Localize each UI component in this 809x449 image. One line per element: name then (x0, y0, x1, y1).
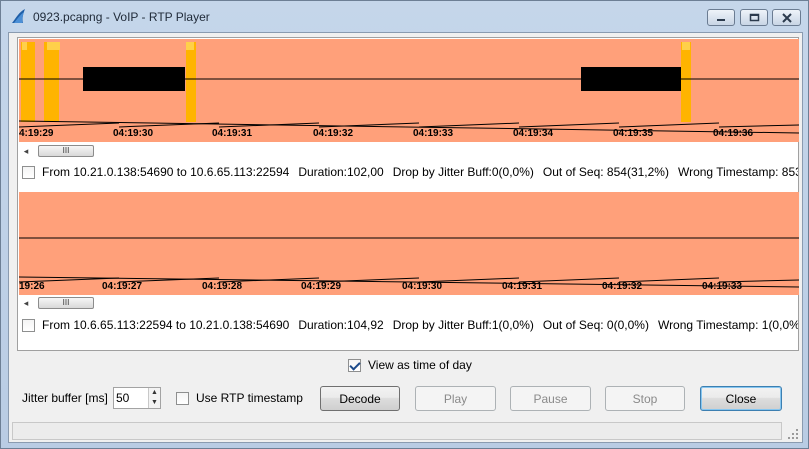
stream-2-checkbox[interactable] (22, 318, 35, 332)
marker-head (682, 42, 690, 50)
minimize-button[interactable] (707, 9, 735, 26)
dialog-client-area: 4:19:29 04:19:30 04:19:31 04:19:32 04:19… (8, 32, 803, 443)
stream-2-wrong-timestamp: Wrong Timestamp: 1(0,0%) (657, 318, 798, 332)
use-rtp-timestamp-checkbox[interactable] (176, 391, 189, 405)
stream-1-endpoints: From 10.21.0.138:54690 to 10.6.65.113:22… (42, 165, 290, 179)
marker-head (47, 42, 60, 50)
stream-1-duration: Duration:102,00 (298, 165, 384, 179)
stream-2-waveform (18, 192, 800, 295)
spin-down-icon[interactable]: ▼ (148, 398, 160, 408)
jitter-drop-marker (21, 42, 35, 122)
jitter-drop-marker (186, 42, 196, 122)
jitter-drop-marker (681, 42, 691, 122)
view-as-time-of-day-checkbox[interactable] (348, 358, 361, 372)
stream-2-time-axis: 19:26 04:19:27 04:19:28 04:19:29 04:19:3… (19, 281, 799, 295)
stream-2-endpoints: From 10.6.65.113:22594 to 10.21.0.138:54… (42, 318, 290, 332)
time-tick-label: 04:19:35 (613, 128, 654, 139)
stream-1-waveform-plot[interactable]: 4:19:29 04:19:30 04:19:31 04:19:32 04:19… (18, 39, 800, 142)
spin-up-icon[interactable]: ▲ (148, 388, 160, 398)
stream-2-jitter-drops: Drop by Jitter Buff:1(0,0%) (392, 318, 534, 332)
time-tick-label: 04:19:29 (301, 281, 342, 292)
close-icon (781, 12, 792, 23)
time-tick-label: 04:19:33 (413, 128, 454, 139)
stop-button[interactable]: Stop (605, 386, 685, 411)
scroll-thumb[interactable]: III (38, 297, 94, 309)
decode-button[interactable]: Decode (320, 386, 400, 411)
time-tick-label: 04:19:34 (513, 128, 554, 139)
control-bar: Jitter buffer [ms] ▲ ▼ Use RTP timestamp… (9, 383, 804, 413)
stream-2-out-of-seq: Out of Seq: 0(0,0%) (542, 318, 649, 332)
use-rtp-timestamp-label: Use RTP timestamp (196, 391, 303, 405)
stream-2-info: From 10.6.65.113:22594 to 10.21.0.138:54… (22, 316, 798, 334)
time-tick-label: 04:19:31 (502, 281, 543, 292)
stream-1-jitter-drops: Drop by Jitter Buff:0(0,0%) (392, 165, 534, 179)
pause-button[interactable]: Pause (510, 386, 591, 411)
jitter-buffer-label: Jitter buffer [ms] (22, 391, 108, 405)
stream-1-scrollbar[interactable]: ◂ III (20, 144, 300, 158)
time-tick-label: 04:19:30 (402, 281, 443, 292)
stream-1-out-of-seq: Out of Seq: 854(31,2%) (542, 165, 669, 179)
close-button[interactable]: Close (700, 386, 782, 411)
stream-1-info: From 10.21.0.138:54690 to 10.6.65.113:22… (22, 163, 798, 181)
jitter-buffer-spinbox[interactable]: ▲ ▼ (113, 387, 161, 409)
time-tick-label: 04:19:33 (702, 281, 743, 292)
stream-2-scrollbar[interactable]: ◂ III (20, 296, 300, 310)
time-tick-label: 19:26 (19, 281, 45, 292)
view-as-time-of-day-option[interactable]: View as time of day (348, 357, 472, 373)
scroll-thumb[interactable]: III (38, 145, 94, 157)
time-tick-label: 04:19:27 (102, 281, 143, 292)
stream-1-time-axis: 4:19:29 04:19:30 04:19:31 04:19:32 04:19… (19, 128, 799, 142)
resize-grip-icon[interactable] (788, 429, 798, 439)
minimize-icon (717, 18, 725, 21)
view-as-time-of-day-label: View as time of day (368, 358, 472, 372)
stream-1-checkbox[interactable] (22, 165, 35, 179)
rtp-player-window: 0923.pcapng - VoIP - RTP Player 4:19:29 … (0, 0, 809, 449)
maximize-icon (749, 13, 759, 22)
time-tick-label: 4:19:29 (19, 128, 54, 139)
time-tick-label: 04:19:30 (113, 128, 154, 139)
stream-1-wrong-timestamp: Wrong Timestamp: 853(31,2%) (677, 165, 798, 179)
stream-2-waveform-plot[interactable]: 19:26 04:19:27 04:19:28 04:19:29 04:19:3… (18, 192, 800, 295)
marker-head (22, 42, 27, 50)
time-tick-label: 04:19:31 (212, 128, 253, 139)
jitter-drop-marker (44, 42, 59, 122)
time-tick-label: 04:19:32 (602, 281, 643, 292)
scroll-left-arrow-icon[interactable]: ◂ (20, 144, 32, 158)
time-tick-label: 04:19:28 (202, 281, 243, 292)
stream-2-duration: Duration:104,92 (298, 318, 384, 332)
window-title: 0923.pcapng - VoIP - RTP Player (33, 10, 210, 24)
use-rtp-timestamp-option[interactable]: Use RTP timestamp (176, 391, 303, 405)
scroll-left-arrow-icon[interactable]: ◂ (20, 296, 32, 310)
marker-head (186, 42, 194, 50)
play-button[interactable]: Play (415, 386, 496, 411)
stream-1-waveform (18, 39, 800, 142)
title-bar[interactable]: 0923.pcapng - VoIP - RTP Player (1, 1, 808, 31)
streams-panel: 4:19:29 04:19:30 04:19:31 04:19:32 04:19… (17, 37, 800, 351)
jitter-buffer-input[interactable] (116, 390, 146, 406)
wireshark-fin-icon (12, 9, 25, 23)
time-tick-label: 04:19:36 (713, 128, 754, 139)
status-bar (12, 422, 782, 440)
time-tick-label: 04:19:32 (313, 128, 354, 139)
maximize-button[interactable] (740, 9, 768, 26)
close-window-button[interactable] (772, 9, 801, 26)
